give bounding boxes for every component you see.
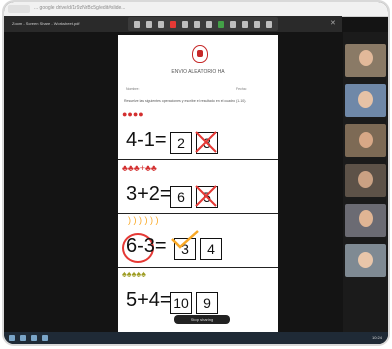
- window-title: Zoom - Screen Share - Worksheet.pdf: [12, 21, 80, 26]
- taskbar: 10:24: [4, 332, 388, 344]
- draw-tool-icon[interactable]: [170, 20, 176, 28]
- problem-row: ) ) ) ) ) ) 6-3= 3 4: [118, 215, 278, 268]
- participant-video-tile[interactable]: [345, 204, 386, 237]
- video-call-icon[interactable]: [42, 335, 48, 341]
- participant-video-tile[interactable]: [345, 244, 386, 277]
- problem-row: ♣♣♣+♣♣ 3+2= 6 5: [118, 161, 278, 214]
- select-tool-icon[interactable]: [146, 20, 152, 28]
- avatar: [359, 210, 373, 227]
- pear-icon: ♠♠♠♠♠: [122, 269, 146, 279]
- browser-tab[interactable]: [8, 5, 30, 13]
- participant-video-tile[interactable]: [345, 124, 386, 157]
- mouse-tool-icon[interactable]: [134, 20, 140, 28]
- answer-box[interactable]: 2: [170, 132, 192, 154]
- worksheet-title: ENVIO ALEATORIO HA: [171, 69, 225, 75]
- problem-expression: 4-1=: [126, 129, 167, 151]
- spotlight-tool-icon[interactable]: [194, 20, 200, 28]
- close-icon[interactable]: ✕: [330, 20, 338, 28]
- stop-share-button[interactable]: Stop sharing: [174, 315, 230, 324]
- check-mark-icon: [171, 230, 199, 249]
- date-label: Fecha:: [236, 87, 247, 91]
- participant-video-tile[interactable]: [345, 44, 386, 77]
- name-label: Nombre:: [126, 87, 140, 91]
- clear-icon[interactable]: [254, 20, 260, 28]
- participant-video-tile[interactable]: [345, 84, 386, 117]
- fruit-group-icon: ♣♣♣+♣♣: [122, 163, 157, 173]
- undo-icon[interactable]: [230, 20, 236, 28]
- problem-expression: 5+4=: [126, 289, 172, 311]
- clock: 10:24: [371, 335, 382, 340]
- cross-mark-icon: [195, 131, 217, 153]
- participant-gallery: [343, 32, 388, 344]
- second-answer-box[interactable]: 9: [196, 292, 218, 314]
- banana-icon: ) ) ) ) ) ): [128, 215, 159, 225]
- avatar: [359, 50, 373, 66]
- answer-box[interactable]: 10: [170, 292, 192, 314]
- folder-icon[interactable]: [31, 335, 37, 341]
- text-tool-icon[interactable]: [158, 20, 164, 28]
- problem-row: ●●●● 4-1= 2 3: [118, 107, 278, 160]
- format-tool-icon[interactable]: [218, 20, 224, 28]
- avatar: [359, 132, 373, 148]
- shared-worksheet: ENVIO ALEATORIO HA Nombre: Fecha: Resuel…: [118, 35, 278, 333]
- participant-video-tile[interactable]: [345, 164, 386, 197]
- problem-expression: 3+2=: [126, 183, 172, 205]
- avatar: [358, 91, 373, 108]
- school-logo-icon: [192, 45, 208, 63]
- cross-mark-icon: [195, 185, 217, 207]
- screen-frame: ... google drive/d/1r9zNrBc5g/edit#slide…: [4, 2, 388, 344]
- browser-icon[interactable]: [20, 335, 26, 341]
- start-icon[interactable]: [9, 335, 15, 341]
- avatar: [358, 252, 373, 268]
- stamp-tool-icon[interactable]: [182, 20, 188, 28]
- problem-row: ♠♠♠♠♠ 5+4= 10 9: [118, 269, 278, 321]
- browser-bar: ... google drive/d/1r9zNrBc5g/edit#slide…: [4, 2, 388, 17]
- worksheet-instruction: Resuelve las siguientes operaciones y es…: [124, 99, 247, 103]
- address-bar[interactable]: ... google drive/d/1r9zNrBc5g/edit#slide…: [34, 5, 125, 11]
- crossed-answer-box[interactable]: 4: [200, 238, 222, 260]
- annotation-toolbar: [128, 17, 278, 31]
- strawberry-icon: ●●●●: [122, 109, 144, 119]
- answer-box[interactable]: 6: [170, 186, 192, 208]
- eraser-tool-icon[interactable]: [206, 20, 212, 28]
- save-icon[interactable]: [266, 20, 272, 28]
- avatar: [358, 171, 373, 188]
- redo-icon[interactable]: [242, 20, 248, 28]
- problem-expression: 6-3=: [126, 235, 167, 257]
